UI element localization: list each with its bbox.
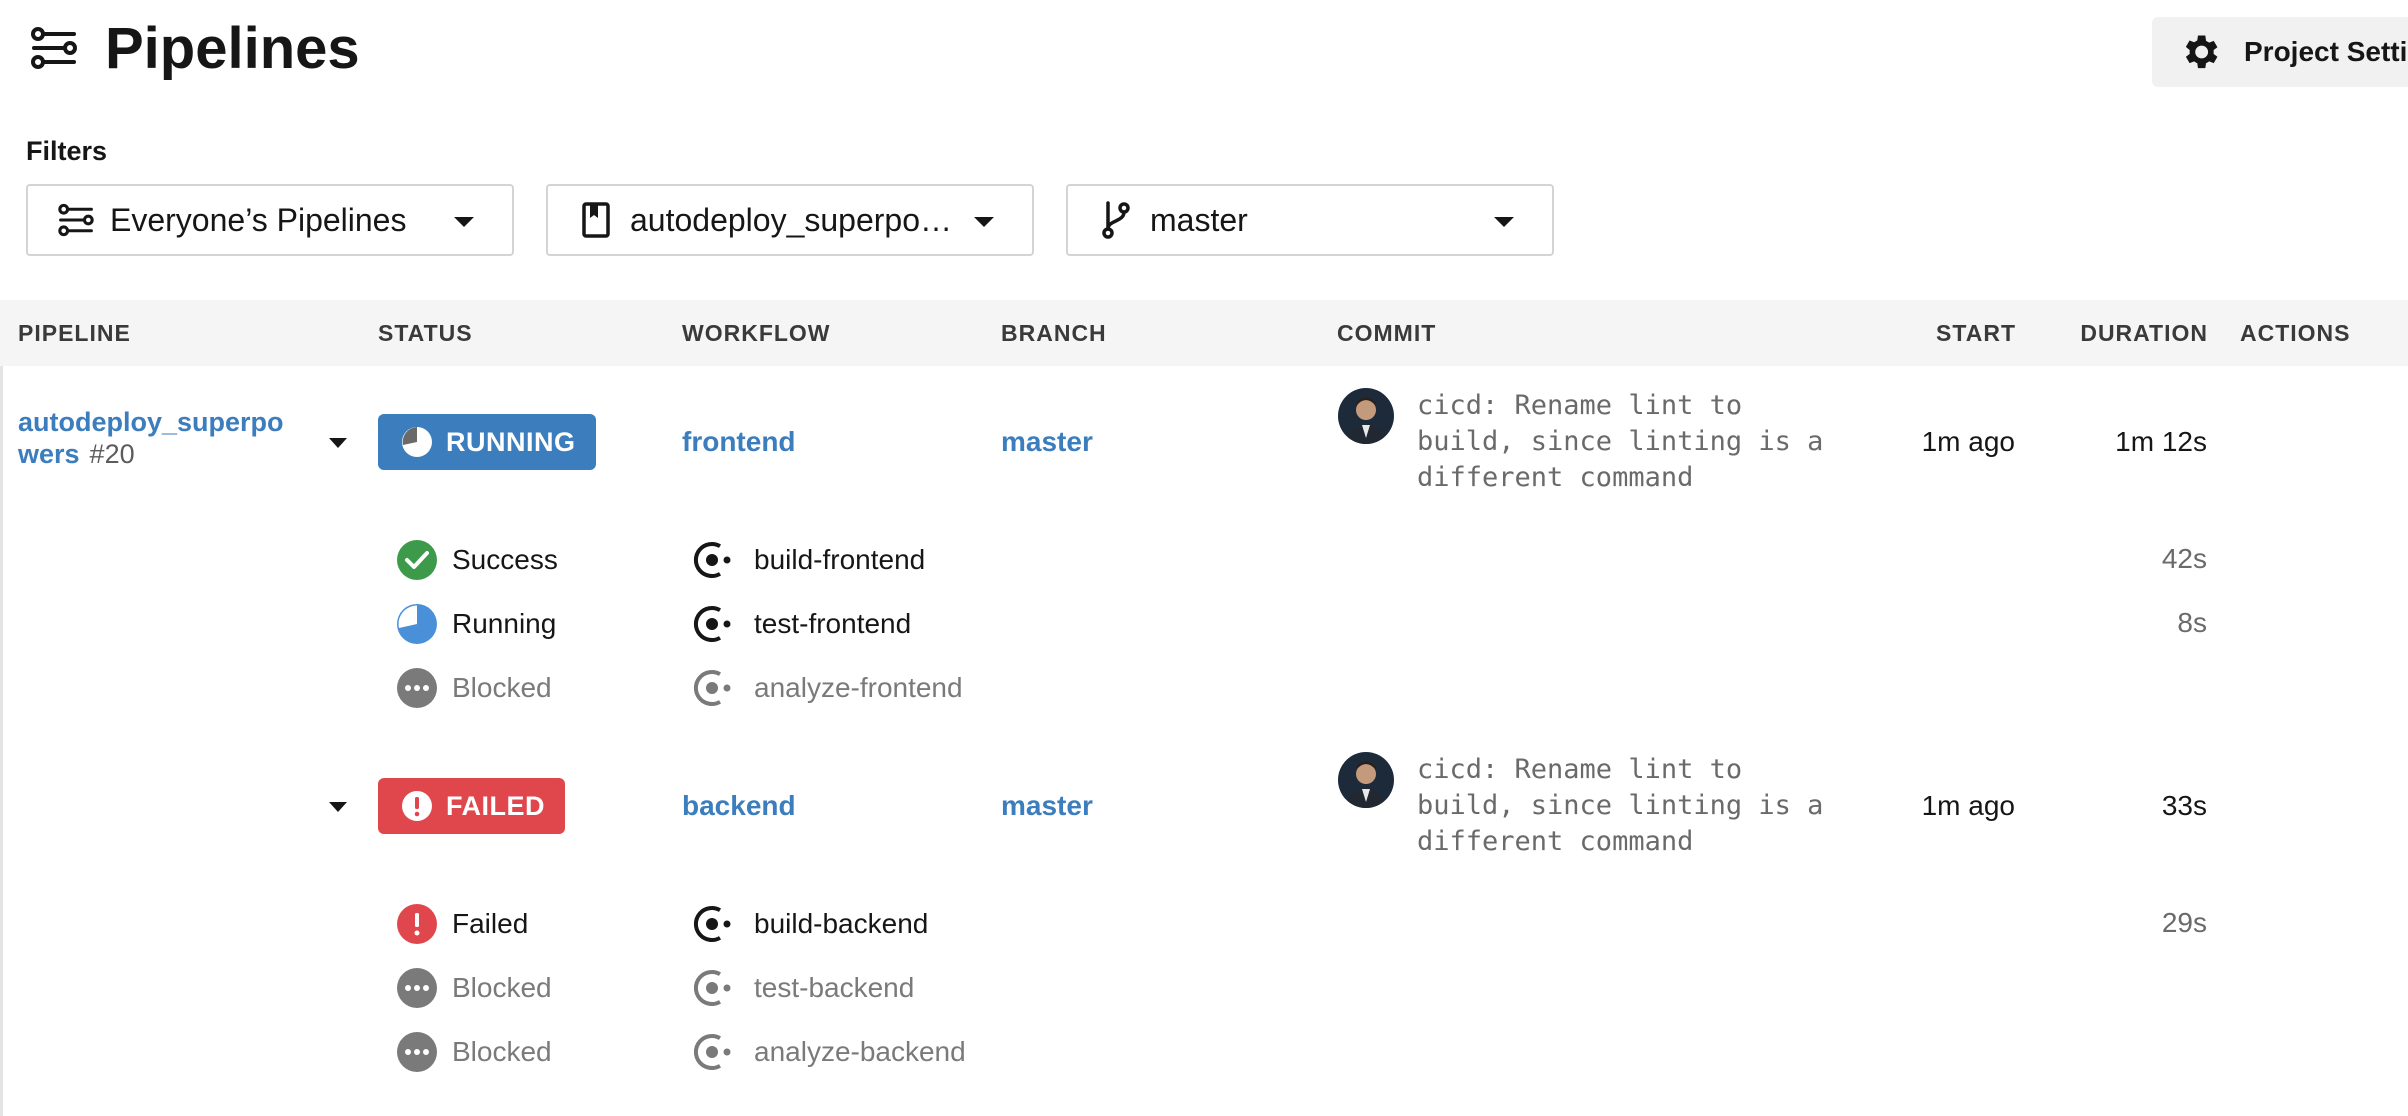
status-badge-label: FAILED <box>446 790 546 821</box>
job-status-label: Failed <box>452 908 529 939</box>
column-duration: DURATION <box>2080 320 2208 346</box>
pipeline-name-link[interactable]: autodeploy_superpowers #20 <box>18 406 298 470</box>
pipeline-number: #20 <box>89 439 135 469</box>
duration: 1m 12s <box>2115 426 2207 457</box>
collapse-workflow-frontend-icon[interactable] <box>329 438 347 448</box>
job-duration: 42s <box>2161 543 2207 574</box>
bookmark-icon <box>582 202 610 238</box>
pipelines-scope-value: Everyone’s Pipelines <box>110 201 407 238</box>
start-time: 1m ago <box>1921 790 2015 821</box>
chevron-down-icon <box>454 217 474 227</box>
pipelines-icon <box>31 27 77 69</box>
job-status-failed: Failed <box>396 903 528 945</box>
job-link-analyze-frontend[interactable]: analyze-frontend <box>690 666 963 710</box>
commit-message: cicd: Rename lint to build, since lintin… <box>1417 754 1824 857</box>
pipeline-name[interactable]: autodeploy_superpowers <box>18 407 284 469</box>
job-name[interactable]: build-frontend <box>754 544 925 576</box>
pipelines-icon <box>58 203 94 237</box>
filters-label: Filters <box>26 136 108 166</box>
avatar <box>1338 752 1394 808</box>
branch-link[interactable]: master <box>1001 426 1093 458</box>
status-badge-label: RUNNING <box>446 426 576 457</box>
table-header: PIPELINE STATUS WORKFLOW BRANCH COMMIT S… <box>0 300 2408 366</box>
project-settings-label: Project Settings <box>2244 36 2408 67</box>
job-icon <box>693 542 731 578</box>
page-title: Pipelines <box>105 16 360 81</box>
column-status: STATUS <box>378 320 473 346</box>
job-link-test-backend[interactable]: test-backend <box>690 966 914 1010</box>
column-actions: ACTIONS <box>2240 320 2351 346</box>
column-commit: COMMIT <box>1337 320 1437 346</box>
job-link-build-frontend[interactable]: build-frontend <box>690 538 925 582</box>
job-duration: 8s <box>2177 607 2207 638</box>
column-branch: BRANCH <box>1001 320 1107 346</box>
job-status-label: Running <box>452 608 557 639</box>
git-branch-icon <box>1102 201 1130 239</box>
column-pipeline: PIPELINE <box>18 320 131 346</box>
job-status-label: Blocked <box>452 672 552 703</box>
job-name[interactable]: analyze-backend <box>754 1036 966 1068</box>
running-icon <box>397 604 437 644</box>
job-icon <box>693 606 731 642</box>
branch-value: master <box>1150 201 1248 238</box>
job-duration: 29s <box>2161 907 2207 938</box>
failed-icon <box>397 904 437 944</box>
job-link-build-backend[interactable]: build-backend <box>690 902 928 946</box>
chevron-down-icon <box>1494 217 1514 227</box>
job-status-label: Blocked <box>452 972 552 1003</box>
pipelines-scope-dropdown[interactable]: Everyone’s Pipelines <box>26 184 514 256</box>
job-name[interactable]: build-backend <box>754 908 928 940</box>
job-status-running: Running <box>396 603 556 645</box>
job-status-blocked: Blocked <box>396 967 552 1009</box>
avatar <box>1338 388 1394 444</box>
start-time: 1m ago <box>1921 426 2015 457</box>
workflow-link-frontend[interactable]: frontend <box>682 426 796 458</box>
job-status-label: Blocked <box>452 1036 552 1067</box>
blocked-icon <box>397 1032 437 1072</box>
running-icon <box>402 427 432 457</box>
blocked-icon <box>397 668 437 708</box>
commit-message: cicd: Rename lint to build, since lintin… <box>1417 390 1824 493</box>
job-name[interactable]: test-frontend <box>754 608 911 640</box>
job-icon <box>693 1034 731 1070</box>
gear-icon <box>2185 35 2218 69</box>
project-dropdown[interactable]: autodeploy_superpowers <box>546 184 1034 256</box>
chevron-down-icon <box>974 217 994 227</box>
job-link-analyze-backend[interactable]: analyze-backend <box>690 1030 966 1074</box>
job-name[interactable]: analyze-frontend <box>754 672 963 704</box>
collapse-workflow-backend-icon[interactable] <box>329 802 347 812</box>
branch-dropdown[interactable]: master <box>1066 184 1554 256</box>
job-icon <box>693 670 731 706</box>
project-value: autodeploy_superpowers <box>630 201 962 238</box>
job-status-label: Success <box>452 544 558 575</box>
success-icon <box>397 540 437 580</box>
workflow-link-backend[interactable]: backend <box>682 790 796 822</box>
status-badge-failed[interactable]: FAILED <box>378 778 566 834</box>
job-status-success: Success <box>396 539 558 581</box>
duration: 33s <box>2161 790 2207 821</box>
job-icon <box>693 906 731 942</box>
job-icon <box>693 970 731 1006</box>
pipeline-row-border <box>0 366 3 1116</box>
project-settings-button[interactable]: Project Settings <box>2152 17 2408 87</box>
status-badge-running[interactable]: RUNNING <box>378 414 596 470</box>
job-name[interactable]: test-backend <box>754 972 914 1004</box>
column-workflow: WORKFLOW <box>682 320 831 346</box>
page-header: Pipelines Project Settings <box>0 0 2408 110</box>
job-status-blocked: Blocked <box>396 667 552 709</box>
column-start: START <box>1936 320 2016 346</box>
failed-icon <box>402 791 432 821</box>
job-link-test-frontend[interactable]: test-frontend <box>690 602 911 646</box>
blocked-icon <box>397 968 437 1008</box>
branch-link[interactable]: master <box>1001 790 1093 822</box>
job-status-blocked: Blocked <box>396 1031 552 1073</box>
